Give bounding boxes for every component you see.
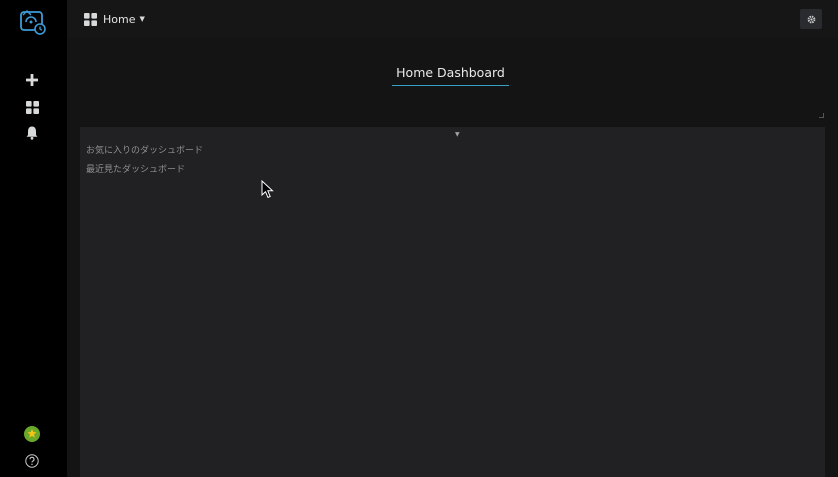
top-navbar: Home ▼ (67, 0, 838, 38)
dashboard-list-panel: ▼ お気に入りのダッシュボード 最近見たダッシュボード (80, 127, 825, 477)
resize-handle-icon[interactable] (819, 113, 824, 118)
settings-button[interactable] (800, 9, 822, 29)
mouse-pointer-icon (261, 180, 274, 199)
main-area: Home ▼ Home Dashboard ▼ お気に入りのダッシュボード 最近… (67, 0, 838, 477)
bell-icon (26, 126, 38, 140)
plus-icon (26, 74, 38, 86)
sidebar-item-create[interactable] (22, 70, 42, 90)
help-icon (25, 454, 39, 468)
dashboard-title-row: Home Dashboard (67, 62, 838, 92)
avatar-icon (24, 426, 40, 442)
grafana-logo-icon[interactable] (18, 8, 48, 38)
grid-icon (84, 12, 97, 26)
chevron-down-icon[interactable]: ▼ (455, 131, 460, 138)
gear-icon (807, 15, 815, 23)
dashboard-picker-label: Home (103, 12, 136, 26)
list-item-starred-dashboards[interactable]: お気に入りのダッシュボード (86, 143, 203, 156)
list-item-recent-dashboards[interactable]: 最近見たダッシュボード (86, 162, 185, 175)
sidebar-item-alerting[interactable] (22, 123, 42, 143)
sidebar-item-help[interactable] (22, 451, 42, 471)
chevron-down-icon: ▼ (139, 15, 145, 23)
sidebar (0, 0, 67, 477)
dashboard-picker[interactable]: Home ▼ (84, 11, 145, 27)
grid-icon (25, 100, 39, 114)
sidebar-item-profile[interactable] (22, 424, 42, 444)
sidebar-item-dashboards[interactable] (22, 97, 42, 117)
page-title: Home Dashboard (392, 65, 509, 86)
